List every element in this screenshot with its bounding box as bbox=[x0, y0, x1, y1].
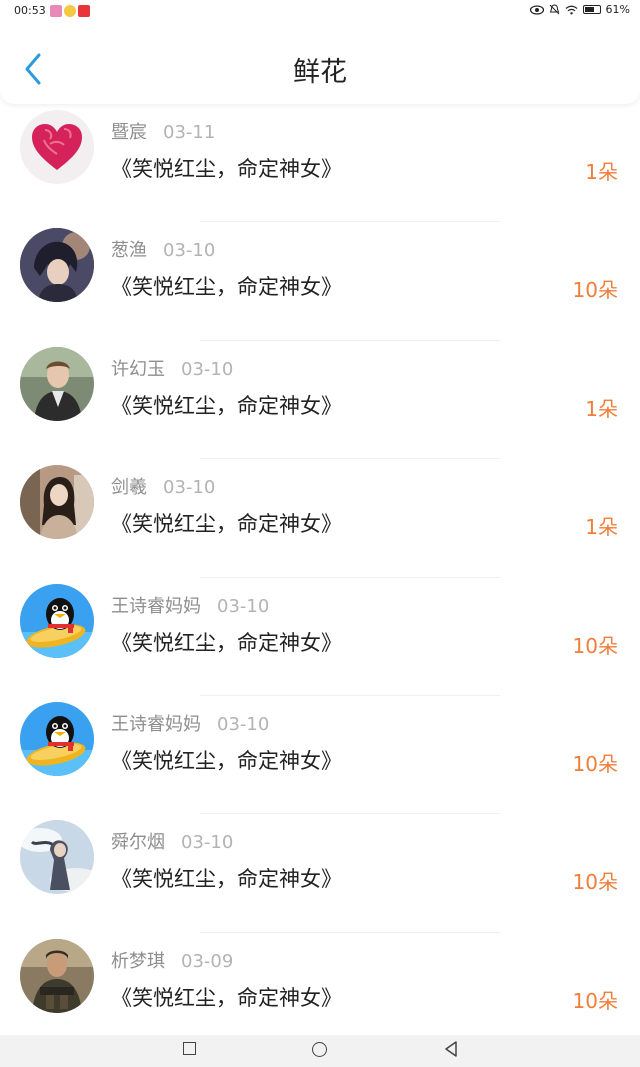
soldier-photo-icon bbox=[20, 938, 94, 1013]
list-item[interactable]: 剑羲 03-10 《笑悦红尘，命定神女》 1朵 bbox=[0, 459, 640, 578]
user-line: 剑羲 03-10 bbox=[111, 473, 215, 499]
gift-date: 03-10 bbox=[217, 595, 270, 617]
avatar bbox=[20, 820, 94, 895]
gift-date: 03-10 bbox=[181, 832, 234, 854]
user-name: 葱渔 bbox=[111, 240, 147, 262]
gift-date: 03-09 bbox=[181, 950, 234, 972]
user-name: 析梦琪 bbox=[111, 950, 165, 972]
avatar bbox=[20, 465, 94, 540]
list-item[interactable]: 王诗睿妈妈 03-10 《笑悦红尘，命定神女》 10朵 bbox=[0, 696, 640, 815]
gift-date: 03-10 bbox=[181, 358, 234, 380]
home-button[interactable] bbox=[312, 1042, 327, 1057]
gift-date: 03-10 bbox=[163, 477, 216, 499]
book-title: 《笑悦红尘，命定神女》 bbox=[111, 867, 342, 892]
nav-back-button[interactable] bbox=[443, 1040, 459, 1058]
book-title: 《笑悦红尘，命定神女》 bbox=[111, 985, 342, 1010]
mute-icon bbox=[549, 4, 559, 15]
app-notification-icon bbox=[64, 5, 76, 17]
avatar bbox=[20, 701, 94, 776]
list-item[interactable]: 王诗睿妈妈 03-10 《笑悦红尘，命定神女》 10朵 bbox=[0, 578, 640, 696]
flower-count: 1朵 bbox=[585, 515, 618, 540]
gift-date: 03-10 bbox=[163, 240, 216, 262]
app-notification-icon bbox=[50, 5, 62, 17]
user-name: 暨宸 bbox=[111, 122, 147, 143]
status-bar: 00:53 61% bbox=[0, 0, 640, 24]
user-line: 王诗睿妈妈 03-10 bbox=[111, 592, 269, 618]
recents-button[interactable] bbox=[183, 1042, 196, 1055]
book-title: 《笑悦红尘，命定神女》 bbox=[111, 512, 342, 537]
flower-count: 1朵 bbox=[585, 160, 618, 184]
system-nav-bar bbox=[0, 1035, 640, 1067]
battery-icon bbox=[582, 5, 601, 14]
user-line: 葱渔 03-10 bbox=[111, 236, 215, 262]
user-name: 王诗睿妈妈 bbox=[111, 713, 201, 735]
eye-icon bbox=[529, 4, 544, 15]
app-notification-icon bbox=[78, 5, 90, 17]
list-item[interactable]: 舜尔烟 03-10 《笑悦红尘，命定神女》 10朵 bbox=[0, 814, 640, 933]
avatar bbox=[20, 346, 94, 421]
list-item[interactable]: 暨宸 03-11 《笑悦红尘，命定神女》 1朵 bbox=[0, 104, 640, 223]
user-line: 许幻玉 03-10 bbox=[111, 355, 233, 381]
user-name: 剑羲 bbox=[111, 477, 147, 499]
qq-penguin-icon bbox=[20, 701, 94, 776]
user-name: 王诗睿妈妈 bbox=[111, 595, 201, 617]
user-line: 析梦琪 03-09 bbox=[111, 947, 233, 973]
flower-count: 1朵 bbox=[585, 396, 618, 421]
flower-count: 10朵 bbox=[572, 278, 618, 303]
gift-date: 03-10 bbox=[217, 713, 270, 735]
woman-photo-icon bbox=[20, 465, 94, 540]
sky-girl-icon bbox=[20, 820, 94, 895]
user-name: 许幻玉 bbox=[111, 358, 165, 380]
book-title: 《笑悦红尘，命定神女》 bbox=[111, 630, 342, 655]
qq-penguin-icon bbox=[20, 583, 94, 658]
status-time: 00:53 bbox=[14, 4, 46, 17]
user-line: 王诗睿妈妈 03-10 bbox=[111, 710, 269, 736]
book-title: 《笑悦红尘，命定神女》 bbox=[111, 157, 342, 181]
page-title: 鲜花 bbox=[293, 57, 347, 88]
anime-boy-icon bbox=[20, 228, 94, 303]
avatar bbox=[20, 583, 94, 658]
heart-roses-icon bbox=[32, 124, 82, 170]
list-item[interactable]: 葱渔 03-10 《笑悦红尘，命定神女》 10朵 bbox=[0, 222, 640, 341]
book-title: 《笑悦红尘，命定神女》 bbox=[111, 748, 342, 773]
avatar bbox=[20, 228, 94, 303]
flower-count: 10朵 bbox=[572, 870, 618, 895]
triangle-back-icon bbox=[445, 1041, 457, 1057]
flower-count: 10朵 bbox=[572, 751, 618, 776]
user-line: 舜尔烟 03-10 bbox=[111, 828, 233, 854]
avatar bbox=[20, 110, 94, 184]
list-item[interactable]: 析梦琪 03-09 《笑悦红尘，命定神女》 10朵 bbox=[0, 933, 640, 1051]
list-item[interactable]: 许幻玉 03-10 《笑悦红尘，命定神女》 1朵 bbox=[0, 341, 640, 460]
user-line: 暨宸 03-11 bbox=[111, 118, 215, 144]
flower-count: 10朵 bbox=[572, 988, 618, 1013]
avatar bbox=[20, 938, 94, 1013]
battery-level: 61% bbox=[605, 3, 630, 16]
book-title: 《笑悦红尘，命定神女》 bbox=[111, 275, 342, 300]
app-header: 鲜花 bbox=[0, 24, 640, 104]
flower-gift-list: 暨宸 03-11 《笑悦红尘，命定神女》 1朵 葱渔 03-10 《笑悦红尘，命定神… bbox=[0, 104, 640, 1051]
wifi-icon bbox=[565, 5, 577, 14]
user-name: 舜尔烟 bbox=[111, 832, 165, 854]
man-photo-icon bbox=[20, 346, 94, 421]
book-title: 《笑悦红尘，命定神女》 bbox=[111, 393, 342, 418]
gift-date: 03-11 bbox=[163, 122, 216, 143]
flower-count: 10朵 bbox=[572, 633, 618, 658]
